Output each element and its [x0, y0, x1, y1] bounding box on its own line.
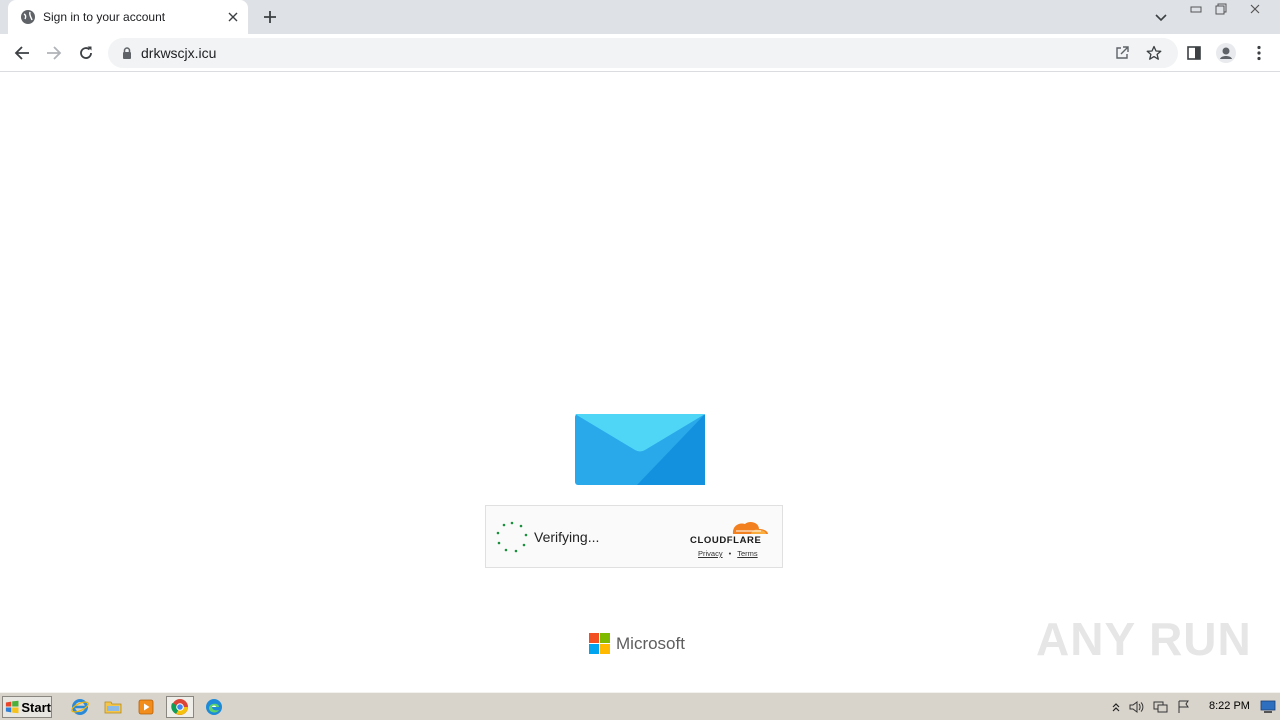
bookmark-button[interactable] [1143, 42, 1165, 64]
share-button[interactable] [1111, 42, 1133, 64]
start-label: Start [21, 699, 51, 715]
kebab-menu-icon [1257, 45, 1261, 61]
arrow-left-icon [14, 46, 29, 60]
chevron-up-icon [1112, 703, 1120, 712]
tray-expand-button[interactable] [1108, 699, 1124, 715]
star-icon [1146, 45, 1162, 60]
share-icon [1116, 46, 1129, 59]
taskbar-chrome[interactable] [166, 696, 194, 718]
lock-icon[interactable] [120, 46, 134, 60]
tab-active[interactable]: Sign in to your account [8, 0, 248, 34]
start-button[interactable]: Start [2, 696, 52, 718]
minimize-icon [1190, 6, 1202, 13]
microsoft-logo-icon [589, 633, 610, 654]
menu-button[interactable] [1246, 40, 1272, 66]
side-panel-button[interactable] [1181, 40, 1207, 66]
browser-toolbar: drkwscjx.icu [0, 34, 1280, 72]
envelope-icon [575, 414, 705, 485]
globe-icon [21, 10, 35, 24]
taskbar-ie[interactable] [66, 696, 94, 718]
folder-icon [104, 701, 122, 714]
link-separator: • [728, 549, 732, 558]
profile-icon [1216, 43, 1236, 63]
address-bar[interactable]: drkwscjx.icu [108, 38, 1178, 68]
url-text[interactable]: drkwscjx.icu [141, 45, 216, 61]
minimize-button[interactable] [1183, 0, 1209, 18]
loading-spinner-icon [496, 521, 528, 553]
taskbar-clock[interactable]: 8:22 PM [1209, 700, 1250, 712]
tab-close-button[interactable] [224, 8, 242, 26]
forward-button[interactable] [41, 40, 67, 66]
close-icon [1250, 4, 1260, 14]
tray-volume[interactable] [1128, 699, 1144, 715]
reload-icon [80, 46, 92, 59]
tray-action-center[interactable] [1176, 699, 1192, 715]
system-tray: 8:22 PM [1104, 695, 1280, 719]
tab-title: Sign in to your account [43, 10, 166, 24]
media-player-icon [138, 699, 154, 715]
microsoft-wordmark: Microsoft [616, 634, 685, 653]
taskbar-media-player[interactable] [132, 696, 160, 718]
anyrun-watermark: ANY RUN [1036, 613, 1252, 665]
monitor-icon [1260, 700, 1276, 713]
captcha-links: Privacy • Terms [698, 549, 758, 558]
privacy-link[interactable]: Privacy [698, 549, 723, 558]
show-desktop-button[interactable] [1259, 698, 1277, 716]
chrome-icon [171, 699, 188, 715]
plus-icon [264, 11, 276, 23]
page-content: Verifying... CLOUDFLARE Privacy • Terms Mi… [0, 72, 1280, 692]
profile-button[interactable] [1213, 40, 1239, 66]
speaker-icon [1129, 701, 1144, 713]
browser-window: Sign in to your account drkwscjx.icu Ver… [0, 0, 1280, 720]
network-icon [1153, 701, 1168, 713]
close-icon [228, 12, 238, 22]
taskbar: Start 8:22 PM [0, 692, 1280, 720]
internet-explorer-icon [71, 699, 89, 715]
tab-search-button[interactable] [1150, 7, 1172, 29]
edge-icon [206, 699, 222, 715]
terms-link[interactable]: Terms [737, 549, 757, 558]
side-panel-icon [1187, 46, 1201, 60]
taskbar-explorer[interactable] [99, 696, 127, 718]
restore-icon [1215, 3, 1227, 15]
back-button[interactable] [9, 40, 35, 66]
cloudflare-logo-text: CLOUDFLARE [690, 535, 762, 546]
arrow-right-icon [47, 46, 62, 60]
restore-button[interactable] [1208, 0, 1234, 18]
windows-logo-icon [5, 700, 19, 714]
flag-icon [1178, 700, 1189, 713]
reload-button[interactable] [73, 40, 99, 66]
taskbar-edge[interactable] [200, 696, 228, 718]
new-tab-button[interactable] [259, 6, 281, 28]
cloudflare-captcha-widget[interactable]: Verifying... CLOUDFLARE Privacy • Terms [485, 505, 783, 568]
tab-strip: Sign in to your account [0, 0, 1280, 34]
captcha-status: Verifying... [534, 529, 600, 545]
chevron-down-icon [1155, 14, 1167, 22]
tray-network[interactable] [1152, 699, 1168, 715]
close-window-button[interactable] [1238, 0, 1272, 18]
